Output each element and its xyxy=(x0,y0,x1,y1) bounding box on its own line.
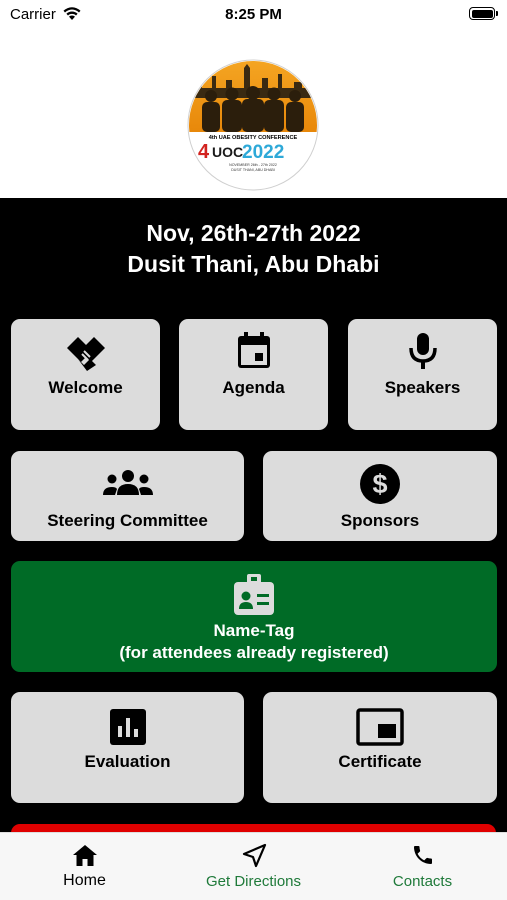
sponsors-label: Sponsors xyxy=(340,511,420,530)
handshake-icon xyxy=(66,337,105,371)
calendar-icon xyxy=(237,332,270,368)
nav-contacts-label: Contacts xyxy=(392,873,453,890)
nav-home-label: Home xyxy=(63,872,106,889)
microphone-icon xyxy=(408,333,437,369)
group-icon xyxy=(102,470,153,495)
header: 4th UAE OBESITY CONFERENCE 4 UOC 2022 NO… xyxy=(0,30,507,198)
evaluation-label: Evaluation xyxy=(84,752,171,771)
certificate-label: Certificate xyxy=(338,752,422,771)
nav-get-directions[interactable]: Get Directions xyxy=(169,833,338,900)
event-info: Nov, 26th-27th 2022 Dusit Thani, Abu Dha… xyxy=(0,218,507,280)
logo-brand-mid: UOC xyxy=(212,144,243,160)
status-time: 8:25 PM xyxy=(225,6,282,23)
event-venue: Dusit Thani, Abu Dhabi xyxy=(127,251,380,277)
name-tag-sublabel: (for attendees already registered) xyxy=(119,643,389,662)
name-tag-button[interactable]: Name-Tag (for attendees already register… xyxy=(11,561,497,672)
evaluation-button[interactable]: Evaluation xyxy=(11,692,244,803)
navigation-arrow-icon xyxy=(242,843,266,868)
welcome-button[interactable]: Welcome xyxy=(11,319,160,430)
svg-text:$: $ xyxy=(372,469,387,499)
certificate-icon xyxy=(356,708,404,746)
phone-icon xyxy=(413,846,432,864)
status-bar: Carrier 8:25 PM xyxy=(0,0,507,30)
speakers-label: Speakers xyxy=(384,378,461,397)
certificate-button[interactable]: Certificate xyxy=(263,692,497,803)
dollar-icon: $ xyxy=(360,464,400,504)
logo-brand-year: 2022 xyxy=(242,142,284,163)
nav-contacts[interactable]: Contacts xyxy=(338,833,507,900)
logo-title: 4th UAE OBESITY CONFERENCE xyxy=(209,135,298,141)
nav-get-directions-label: Get Directions xyxy=(205,873,302,890)
sponsors-button[interactable]: $ Sponsors xyxy=(263,451,497,541)
speakers-button[interactable]: Speakers xyxy=(348,319,497,430)
welcome-label: Welcome xyxy=(48,378,123,397)
steering-committee-label: Steering Committee xyxy=(47,511,208,530)
logo-small-venue: DUSIT THANI, ABU DHABI xyxy=(231,168,275,172)
battery-icon xyxy=(469,7,498,20)
id-badge-icon xyxy=(234,574,274,615)
bar-chart-icon xyxy=(109,709,146,745)
agenda-label: Agenda xyxy=(222,378,285,397)
conference-logo: 4th UAE OBESITY CONFERENCE 4 UOC 2022 NO… xyxy=(187,59,319,191)
name-tag-label: Name-Tag xyxy=(213,621,295,640)
nav-home[interactable]: Home xyxy=(0,833,169,900)
home-icon xyxy=(72,845,97,866)
event-date: Nov, 26th-27th 2022 xyxy=(146,220,361,246)
agenda-button[interactable]: Agenda xyxy=(179,319,328,430)
logo-brand-num: 4 xyxy=(198,141,210,163)
logo-small-date: NOVEMBER 26th - 27th 2022 xyxy=(229,163,277,167)
steering-committee-button[interactable]: Steering Committee xyxy=(11,451,244,541)
bottom-nav: Home Get Directions Contacts xyxy=(0,832,507,900)
